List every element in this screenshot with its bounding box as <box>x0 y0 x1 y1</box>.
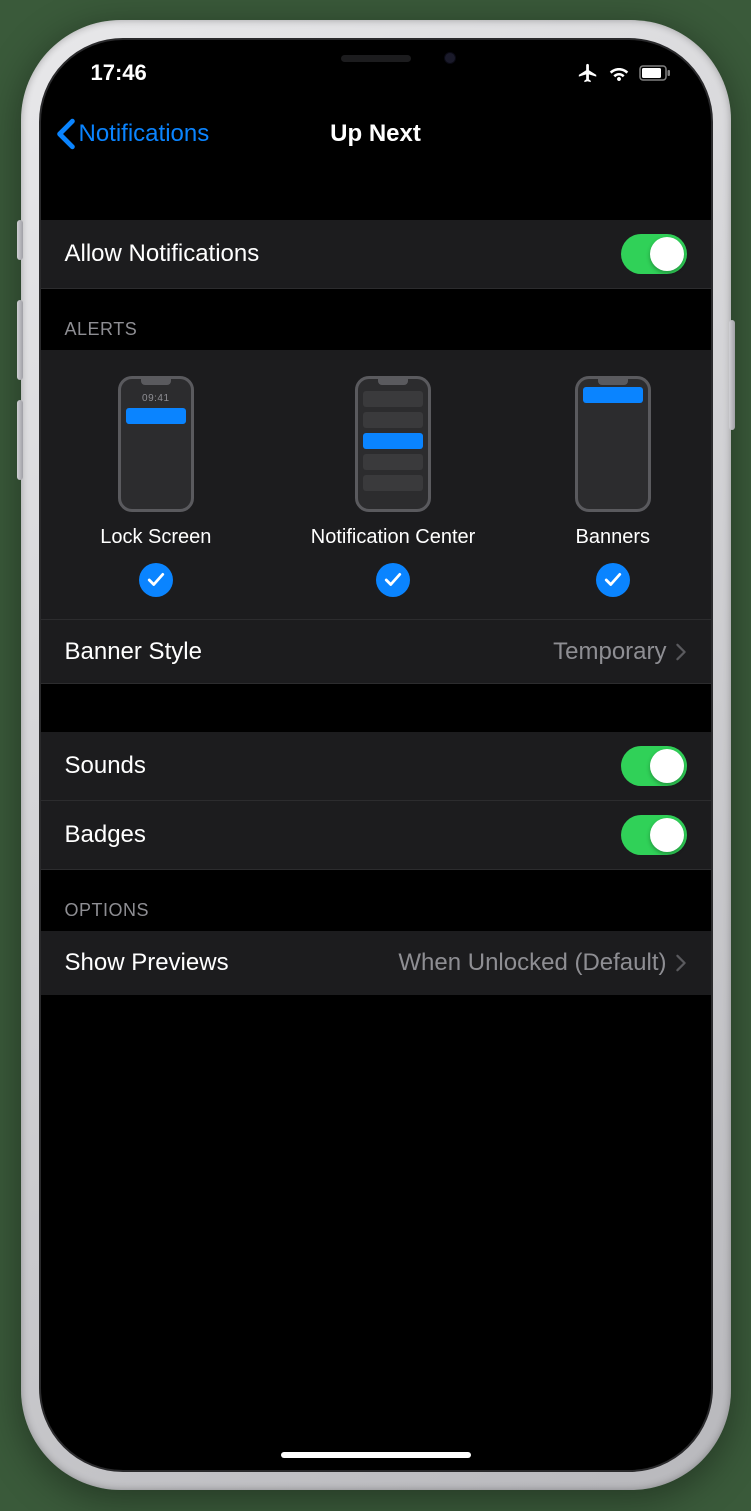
alert-option-notification-center[interactable]: Notification Center <box>311 376 476 597</box>
status-icons <box>577 62 671 84</box>
notification-center-preview-icon <box>355 376 431 512</box>
status-time: 17:46 <box>91 60 147 86</box>
airplane-icon <box>577 62 599 84</box>
alerts-header: ALERTS <box>41 289 711 350</box>
volume-up <box>17 300 23 380</box>
allow-notifications-toggle[interactable] <box>621 234 687 274</box>
alert-option-banners[interactable]: Banners <box>575 376 651 597</box>
options-header: OPTIONS <box>41 870 711 931</box>
alert-option-label: Lock Screen <box>100 526 211 549</box>
checkmark-icon[interactable] <box>376 563 410 597</box>
battery-icon <box>639 65 671 81</box>
mute-switch <box>17 220 23 260</box>
speaker-grill <box>341 55 411 62</box>
chevron-right-icon <box>675 954 687 972</box>
alert-option-lock-screen[interactable]: 09:41 Lock Screen <box>100 376 211 597</box>
home-indicator[interactable] <box>281 1452 471 1458</box>
checkmark-icon[interactable] <box>139 563 173 597</box>
banner-style-row[interactable]: Banner Style Temporary <box>41 620 711 684</box>
banner-style-value: Temporary <box>553 638 666 666</box>
wifi-icon <box>607 63 631 83</box>
page-title: Up Next <box>330 120 421 148</box>
back-button[interactable]: Notifications <box>55 118 210 150</box>
screen: 17:46 Notifications Up Next Allow Notifi… <box>39 38 713 1472</box>
checkmark-icon[interactable] <box>596 563 630 597</box>
banner-style-label: Banner Style <box>65 638 202 666</box>
lock-preview-time: 09:41 <box>121 393 191 404</box>
allow-notifications-label: Allow Notifications <box>65 240 260 268</box>
alerts-options: 09:41 Lock Screen Notification Center <box>41 350 711 620</box>
power-button <box>729 320 735 430</box>
banners-preview-icon <box>575 376 651 512</box>
alert-option-label: Notification Center <box>311 526 476 549</box>
sounds-row[interactable]: Sounds <box>41 732 711 801</box>
show-previews-value: When Unlocked (Default) <box>398 949 666 977</box>
show-previews-row[interactable]: Show Previews When Unlocked (Default) <box>41 931 711 995</box>
device-frame: 17:46 Notifications Up Next Allow Notifi… <box>21 20 731 1490</box>
lock-screen-preview-icon: 09:41 <box>118 376 194 512</box>
navigation-bar: Notifications Up Next <box>41 96 711 172</box>
volume-down <box>17 400 23 480</box>
back-label: Notifications <box>79 120 210 148</box>
alert-option-label: Banners <box>576 526 651 549</box>
content: Allow Notifications ALERTS 09:41 Lock Sc… <box>41 172 711 995</box>
allow-notifications-row[interactable]: Allow Notifications <box>41 220 711 289</box>
sounds-toggle[interactable] <box>621 746 687 786</box>
chevron-right-icon <box>675 643 687 661</box>
notch <box>226 40 526 76</box>
badges-label: Badges <box>65 821 146 849</box>
badges-toggle[interactable] <box>621 815 687 855</box>
badges-row[interactable]: Badges <box>41 801 711 870</box>
sounds-label: Sounds <box>65 752 146 780</box>
show-previews-label: Show Previews <box>65 949 229 977</box>
chevron-left-icon <box>55 118 77 150</box>
front-camera <box>444 52 456 64</box>
